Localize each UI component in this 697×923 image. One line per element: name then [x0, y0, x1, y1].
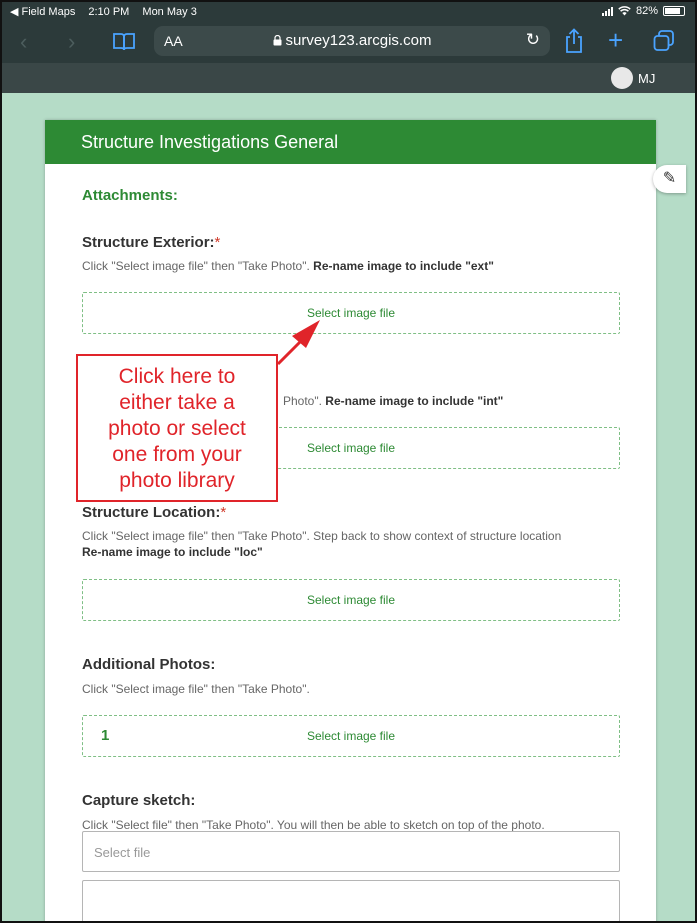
callout-line: Click here to: [118, 365, 236, 388]
callout-line: photo library: [119, 469, 235, 492]
callout-line: either take a: [119, 391, 235, 414]
annotation-callout: Click here to either take a photo or sel…: [76, 354, 278, 502]
callout-line: one from your: [112, 443, 242, 466]
callout-line: photo or select: [108, 417, 246, 440]
screenshot-frame: ◀ Field Maps 2:10 PM Mon May 3 82% ‹ › A…: [0, 0, 697, 923]
